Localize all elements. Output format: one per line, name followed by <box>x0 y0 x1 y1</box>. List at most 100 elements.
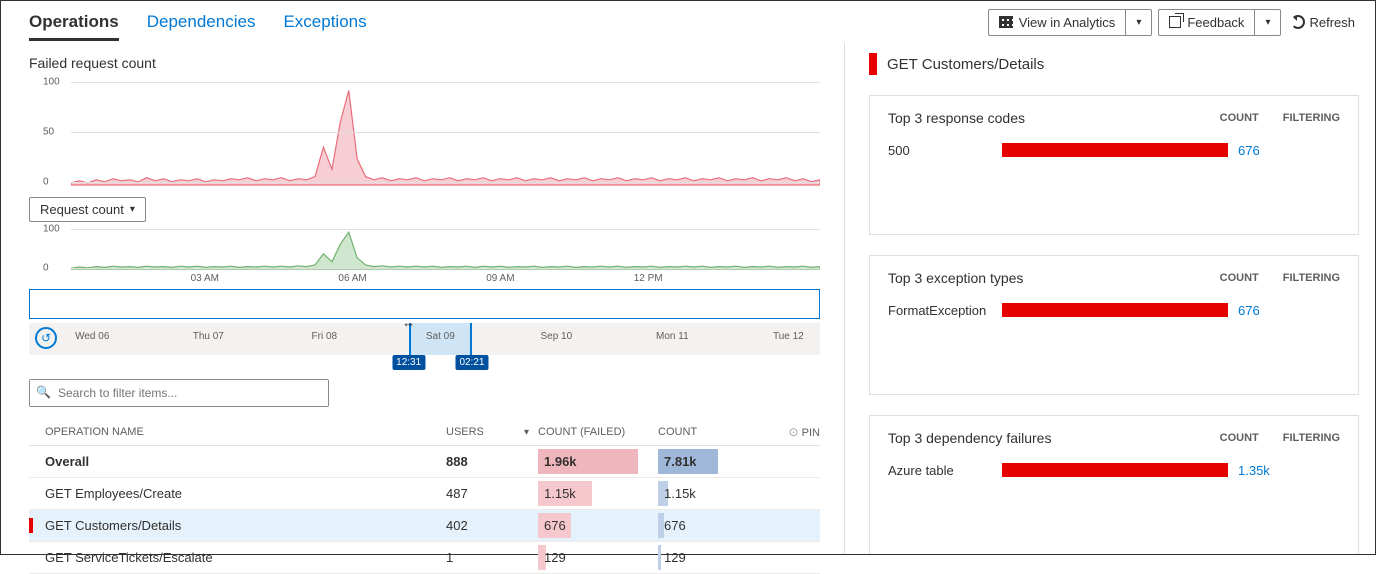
card-row[interactable]: FormatException 676 <box>888 300 1340 320</box>
operations-grid: OPERATION NAME USERS ▾ COUNT (FAILED) CO… <box>29 419 820 574</box>
row-name: GET Customers/Details <box>29 518 446 533</box>
card-row-bar <box>1002 303 1228 317</box>
day-tick: Mon 11 <box>656 331 689 342</box>
card-col-count: COUNT <box>1220 272 1259 284</box>
hour-tick: 06 AM <box>338 273 366 284</box>
chevron-down-icon: ▾ <box>130 204 135 215</box>
col-pin: ⊙ PIN <box>778 425 820 439</box>
card-row-bar <box>1002 463 1228 477</box>
selection-start-flag: 12:31 <box>392 355 425 370</box>
metric-dropdown[interactable]: Request count ▾ <box>29 197 146 222</box>
day-tick: Fri 08 <box>312 331 338 342</box>
card-row-bar <box>1002 143 1228 157</box>
detail-accent-bar <box>869 53 877 75</box>
tab-operations[interactable]: Operations <box>29 4 119 41</box>
detail-title: GET Customers/Details <box>887 56 1044 73</box>
metric-label: Request count <box>40 202 124 217</box>
table-row[interactable]: Overall888 1.96k7.81k <box>29 446 820 478</box>
row-count: 1.15k <box>658 478 778 509</box>
chart1-title: Failed request count <box>29 55 844 71</box>
card-row-value[interactable]: 676 <box>1228 303 1284 318</box>
hour-axis: 03 AM 06 AM 09 AM 12 PM <box>57 271 796 291</box>
analytics-icon <box>999 16 1013 28</box>
detail-card: Top 3 dependency failures COUNT FILTERING A… <box>869 415 1359 554</box>
card-row-value[interactable]: 676 <box>1228 143 1284 158</box>
feedback-button[interactable]: Feedback <box>1159 10 1254 35</box>
card-col-filtering: FILTERING <box>1283 112 1340 124</box>
view-analytics-button[interactable]: View in Analytics <box>989 10 1126 35</box>
detail-card: Top 3 exception types COUNT FILTERING Forma… <box>869 255 1359 395</box>
card-row-value[interactable]: 1.35k <box>1228 463 1284 478</box>
row-count-failed: 1.15k <box>538 478 658 509</box>
hour-tick: 03 AM <box>191 273 219 284</box>
card-col-filtering: FILTERING <box>1283 272 1340 284</box>
tab-dependencies[interactable]: Dependencies <box>147 4 256 41</box>
row-count: 129 <box>658 542 778 573</box>
hour-tick: 12 PM <box>634 273 663 284</box>
view-analytics-label: View in Analytics <box>1019 15 1116 30</box>
day-tick: Wed 06 <box>75 331 109 342</box>
search-input[interactable] <box>30 380 328 406</box>
day-axis[interactable]: ↺ ↔ 12:31 02:21 Wed 06Thu 07Fri 08Sat 09… <box>29 323 820 355</box>
view-analytics-chevron[interactable]: ▾ <box>1125 10 1151 35</box>
day-tick: Thu 07 <box>193 331 224 342</box>
search-icon: 🔍 <box>36 385 51 399</box>
failed-request-chart[interactable]: 100 50 0 <box>29 77 820 187</box>
card-row[interactable]: Azure table 1.35k <box>888 460 1340 480</box>
brush-region[interactable] <box>29 289 820 319</box>
tab-exceptions[interactable]: Exceptions <box>283 4 366 41</box>
chevron-down-icon: ▾ <box>1265 17 1270 28</box>
col-count[interactable]: COUNT <box>658 426 778 438</box>
refresh-icon <box>1291 15 1305 29</box>
reset-zoom-button[interactable]: ↺ <box>35 327 57 349</box>
table-row[interactable]: GET Employees/Create4871.15k1.15k <box>29 478 820 510</box>
day-tick: Sat 09 <box>426 331 455 342</box>
feedback-label: Feedback <box>1187 15 1244 30</box>
card-row-name: FormatException <box>888 303 1002 318</box>
day-tick: Tue 12 <box>773 331 804 342</box>
ytick: 100 <box>43 224 60 235</box>
row-count: 676 <box>658 510 778 541</box>
feedback-chevron[interactable]: ▾ <box>1254 10 1280 35</box>
card-row[interactable]: 500 676 <box>888 140 1340 160</box>
pin-label: PIN <box>802 427 820 439</box>
card-col-count: COUNT <box>1220 432 1259 444</box>
refresh-button[interactable]: Refresh <box>1287 10 1359 35</box>
card-col-count: COUNT <box>1220 112 1259 124</box>
card-title: Top 3 exception types <box>888 270 1023 286</box>
sort-chevron-icon[interactable]: ▾ <box>524 427 529 438</box>
card-row-name: 500 <box>888 143 1002 158</box>
request-count-chart[interactable]: 100 0 <box>29 226 820 271</box>
day-tick: Sep 10 <box>540 331 572 342</box>
card-title: Top 3 dependency failures <box>888 430 1051 446</box>
card-title: Top 3 response codes <box>888 110 1025 126</box>
selection-end-flag: 02:21 <box>455 355 488 370</box>
card-row-name: Azure table <box>888 463 1002 478</box>
ytick: 50 <box>43 127 54 138</box>
col-count-failed[interactable]: COUNT (FAILED) <box>538 426 658 438</box>
refresh-label: Refresh <box>1309 15 1355 30</box>
popout-icon <box>1169 16 1181 28</box>
row-name: GET ServiceTickets/Escalate <box>29 550 446 565</box>
hour-tick: 09 AM <box>486 273 514 284</box>
row-name: GET Employees/Create <box>29 486 446 501</box>
resize-handle-icon: ↔ <box>402 315 415 330</box>
row-users: 402 <box>446 518 524 533</box>
ytick: 0 <box>43 263 49 274</box>
row-count-failed: 676 <box>538 510 658 541</box>
row-users: 1 <box>446 550 524 565</box>
table-row[interactable]: GET Customers/Details402 676676 <box>29 510 820 542</box>
row-name: Overall <box>29 454 446 469</box>
row-users: 888 <box>446 454 524 469</box>
row-count-failed: 1.96k <box>538 446 658 477</box>
detail-card: Top 3 response codes COUNT FILTERING 500 676 <box>869 95 1359 235</box>
chevron-down-icon: ▾ <box>1136 17 1141 28</box>
card-col-filtering: FILTERING <box>1283 432 1340 444</box>
col-operation-name[interactable]: OPERATION NAME <box>29 426 446 438</box>
ytick: 100 <box>43 77 60 88</box>
row-count-failed: 129 <box>538 542 658 573</box>
row-count: 7.81k <box>658 446 778 477</box>
table-row[interactable]: GET ServiceTickets/Escalate1 129129 <box>29 542 820 574</box>
search-box[interactable]: 🔍 <box>29 379 329 407</box>
col-users[interactable]: USERS <box>446 426 524 438</box>
